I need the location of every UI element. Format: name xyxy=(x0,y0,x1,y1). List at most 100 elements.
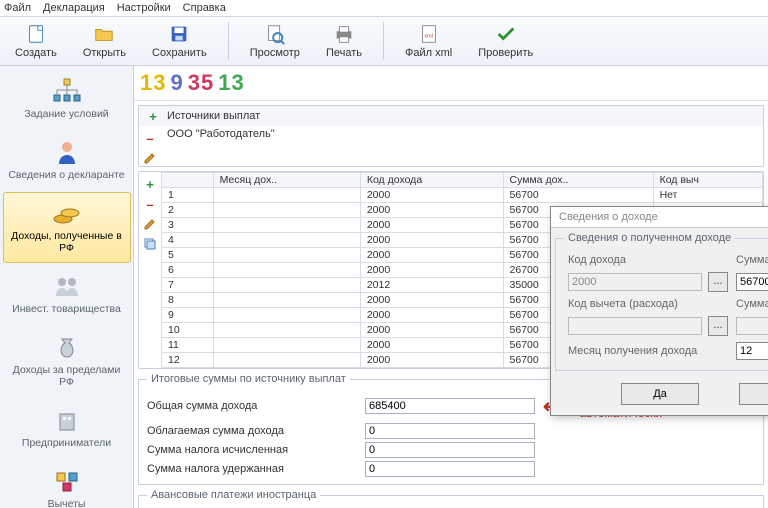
sidebar-item-invest[interactable]: Инвест. товарищества xyxy=(3,265,131,324)
cell-sum: 56700 xyxy=(503,188,653,203)
cell-code: 2000 xyxy=(360,353,503,368)
rate-13b[interactable]: 13 xyxy=(218,70,244,96)
floppy-icon xyxy=(168,23,190,45)
preview-icon xyxy=(264,23,286,45)
menu-settings[interactable]: Настройки xyxy=(117,2,171,14)
cell-code: 2000 xyxy=(360,308,503,323)
remove-source-button[interactable]: – xyxy=(142,130,158,146)
cell-code: 2000 xyxy=(360,293,503,308)
open-button[interactable]: Открыть xyxy=(74,20,135,62)
totals-legend: Итоговые суммы по источнику выплат xyxy=(147,373,350,385)
rate-35[interactable]: 35 xyxy=(188,70,214,96)
sidebar-label: Предприниматели xyxy=(22,437,111,449)
dlg-dedcode-picker[interactable]: ... xyxy=(708,316,728,336)
dlg-dedcode-label: Код вычета (расхода) xyxy=(568,298,702,310)
sidebar-label: Задание условий xyxy=(24,108,108,120)
menu-bar: Файл Декларация Настройки Справка xyxy=(0,0,768,17)
dlg-dedsum-label: Сумма вычета (расхода) xyxy=(736,298,768,310)
person-icon xyxy=(50,138,84,166)
menu-help[interactable]: Справка xyxy=(183,2,226,14)
new-file-icon xyxy=(25,23,47,45)
dlg-code-label: Код дохода xyxy=(568,254,702,266)
sources-section: + Источники выплат – ООО "Работодатель" xyxy=(138,105,764,167)
dlg-sum-input[interactable] xyxy=(736,273,768,291)
sidebar-item-foreign-income[interactable]: Доходы за пределами РФ xyxy=(3,326,131,397)
save-button[interactable]: Сохранить xyxy=(143,20,216,62)
preview-button[interactable]: Просмотр xyxy=(241,20,309,62)
sidebar-label: Вычеты xyxy=(48,498,86,508)
print-button[interactable]: Печать xyxy=(317,20,371,62)
sidebar-item-entrepreneur[interactable]: Предприниматели xyxy=(3,399,131,458)
col-sum[interactable]: Сумма дох.. xyxy=(503,173,653,188)
total-income-label: Общая сумма дохода xyxy=(147,400,357,412)
cell-month xyxy=(213,338,360,353)
cell-month xyxy=(213,218,360,233)
dlg-month-input[interactable] xyxy=(736,342,768,360)
taxable-label: Облагаемая сумма дохода xyxy=(147,425,357,437)
cell-month xyxy=(213,203,360,218)
cell-code: 2000 xyxy=(360,233,503,248)
check-button[interactable]: Проверить xyxy=(469,20,542,62)
income-dialog: Сведения о доходе × Сведения о полученно… xyxy=(550,206,768,416)
cell-month xyxy=(213,323,360,338)
table-row[interactable]: 1200056700Нет xyxy=(162,188,763,203)
cell-n: 9 xyxy=(162,308,214,323)
add-income-button[interactable]: + xyxy=(142,176,158,192)
menu-declaration[interactable]: Декларация xyxy=(43,2,105,14)
menu-file[interactable]: Файл xyxy=(4,2,31,14)
pencil-icon xyxy=(143,151,157,165)
xml-button[interactable]: xml Файл xml xyxy=(396,20,461,62)
svg-text:xml: xml xyxy=(424,34,433,40)
cell-month xyxy=(213,263,360,278)
edit-income-button[interactable] xyxy=(142,216,158,232)
rate-9[interactable]: 9 xyxy=(170,70,183,96)
cell-code: 2000 xyxy=(360,263,503,278)
check-label: Проверить xyxy=(478,47,533,59)
building-icon xyxy=(50,406,84,434)
dlg-month-label: Месяц получения дохода xyxy=(568,345,730,357)
col-dedcode[interactable]: Код выч xyxy=(653,173,762,188)
dlg-code-picker[interactable]: ... xyxy=(708,272,728,292)
cell-n: 12 xyxy=(162,353,214,368)
dialog-no-button[interactable]: Нет xyxy=(739,383,768,405)
copy-icon xyxy=(143,237,157,251)
dlg-code-input[interactable] xyxy=(568,273,702,291)
sidebar-label: Инвест. товарищества xyxy=(12,303,121,315)
col-n[interactable] xyxy=(162,173,214,188)
cell-n: 10 xyxy=(162,323,214,338)
remove-income-button[interactable]: – xyxy=(142,196,158,212)
xml-file-icon: xml xyxy=(418,23,440,45)
toolbar: Создать Открыть Сохранить Просмотр Печат… xyxy=(0,17,768,66)
cell-month xyxy=(213,188,360,203)
dialog-title: Сведения о доходе xyxy=(559,211,658,223)
sidebar-item-deductions[interactable]: Вычеты xyxy=(3,460,131,508)
sidebar-item-income-rf[interactable]: Доходы, полученные в РФ xyxy=(3,192,131,263)
edit-source-button[interactable] xyxy=(142,150,158,166)
taxable-input[interactable] xyxy=(365,423,535,439)
coins-icon xyxy=(50,199,84,227)
cell-month xyxy=(213,233,360,248)
create-button[interactable]: Создать xyxy=(6,20,66,62)
taxheld-input[interactable] xyxy=(365,461,535,477)
copy-income-button[interactable] xyxy=(142,236,158,252)
folder-open-icon xyxy=(93,23,115,45)
advance-fieldset: Авансовые платежи иностранца Сумма фикси… xyxy=(138,489,764,508)
total-income-input[interactable] xyxy=(365,398,535,414)
sidebar-item-declarant[interactable]: Сведения о декларанте xyxy=(3,131,131,190)
sidebar-label: Сведения о декларанте xyxy=(8,169,124,181)
col-month[interactable]: Месяц дох.. xyxy=(213,173,360,188)
pencil-icon xyxy=(143,217,157,231)
source-row[interactable]: ООО "Работодатель" xyxy=(161,126,763,166)
add-source-button[interactable]: + xyxy=(145,108,161,124)
cell-code: 2000 xyxy=(360,218,503,233)
cell-n: 3 xyxy=(162,218,214,233)
col-code[interactable]: Код дохода xyxy=(360,173,503,188)
dialog-yes-button[interactable]: Да xyxy=(621,383,699,405)
taxcalc-input[interactable] xyxy=(365,442,535,458)
rate-13a[interactable]: 13 xyxy=(140,70,166,96)
sidebar: Задание условий Сведения о декларанте До… xyxy=(0,66,134,508)
create-label: Создать xyxy=(15,47,57,59)
sidebar-item-conditions[interactable]: Задание условий xyxy=(3,70,131,129)
taxheld-label: Сумма налога удержанная xyxy=(147,463,357,475)
cell-code: 2012 xyxy=(360,278,503,293)
